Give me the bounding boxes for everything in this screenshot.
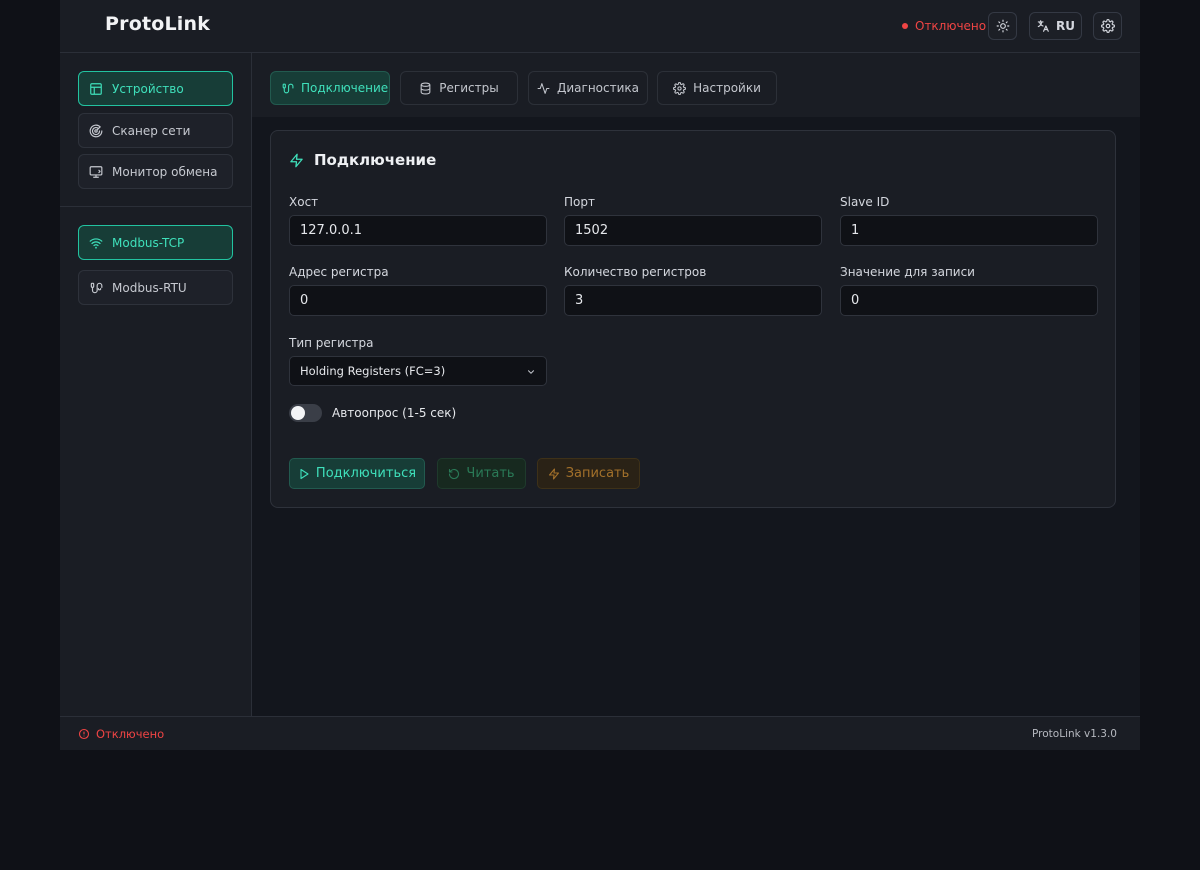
slave-id-input[interactable] (840, 215, 1098, 246)
play-icon (300, 468, 309, 479)
language-label: RU (1056, 19, 1075, 33)
refresh-icon (449, 468, 460, 479)
alert-circle-icon (78, 728, 90, 740)
tab-label: Диагностика (556, 81, 639, 95)
toggle-knob (291, 406, 305, 420)
read-button[interactable]: Читать (437, 458, 526, 489)
app-version: ProtoLink v1.3.0 (1032, 728, 1117, 740)
activity-icon (537, 82, 550, 94)
autopoll-row: Автоопрос (1-5 сек) (289, 404, 456, 422)
radar-icon (89, 124, 103, 137)
tab-settings[interactable]: Настройки (657, 71, 777, 105)
register-type-value: Holding Registers (FC=3) (300, 364, 446, 378)
sidebar-item-modbus-tcp[interactable]: Modbus-TCP (78, 225, 233, 260)
gear-icon (673, 81, 687, 95)
cable-icon (90, 282, 103, 293)
sidebar-divider (60, 206, 251, 207)
sidebar-item-label: Монитор обмена (112, 164, 218, 179)
connection-card: Подключение Хост Порт Slave ID Адрес рег… (270, 130, 1116, 508)
connect-button-label: Подключиться (315, 466, 417, 481)
slave-id-label: Slave ID (840, 195, 890, 209)
sidebar-item-label: Устройство (112, 81, 184, 96)
sidebar-item-label: Modbus-TCP (112, 235, 185, 250)
plug-icon (282, 83, 294, 93)
sidebar-item-label: Сканер сети (112, 123, 191, 138)
database-icon (420, 82, 431, 94)
write-value-input[interactable] (840, 285, 1098, 316)
write-button-label: Записать (565, 466, 630, 481)
tab-label: Подключение (301, 81, 389, 95)
sidebar-item-network-scanner[interactable]: Сканер сети (78, 113, 233, 148)
chevron-down-icon (527, 370, 535, 374)
card-title: Подключение (289, 151, 436, 169)
panel-layout-icon (90, 82, 102, 95)
connection-status: Отключено (902, 18, 986, 34)
theme-toggle-button[interactable] (988, 12, 1017, 40)
port-label: Порт (564, 195, 595, 209)
register-address-input[interactable] (289, 285, 547, 316)
register-count-label: Количество регистров (564, 265, 707, 279)
autopoll-label: Автоопрос (1-5 сек) (332, 406, 457, 420)
wifi-icon (89, 237, 103, 249)
sidebar-item-modbus-rtu[interactable]: Modbus-RTU (78, 270, 233, 305)
settings-button[interactable] (1093, 12, 1122, 40)
port-input[interactable] (564, 215, 822, 246)
app-window: ProtoLink Отключено RU Устройство Сканер… (60, 0, 1140, 750)
autopoll-toggle[interactable] (289, 404, 322, 422)
translate-icon (1037, 20, 1049, 32)
lightning-icon (548, 467, 559, 480)
header: ProtoLink Отключено RU (60, 0, 1140, 53)
status-bar: Отключено ProtoLink v1.3.0 (60, 716, 1140, 750)
tab-bar: Подключение Регистры Диагностика Настрой… (252, 53, 1140, 117)
connection-status-label: Отключено (915, 19, 987, 33)
register-type-select[interactable]: Holding Registers (FC=3) (289, 356, 547, 386)
footer-status: Отключено (78, 727, 164, 741)
sun-icon (996, 19, 1009, 33)
sidebar: Устройство Сканер сети Монитор обмена Mo… (60, 53, 252, 716)
register-count-input[interactable] (564, 285, 822, 316)
sidebar-item-device[interactable]: Устройство (78, 71, 233, 106)
status-dot (902, 23, 908, 29)
monitor-icon (89, 165, 103, 178)
gear-icon (1100, 19, 1115, 33)
tab-diagnostics[interactable]: Диагностика (528, 71, 648, 105)
connect-button[interactable]: Подключиться (289, 458, 425, 489)
card-title-label: Подключение (314, 151, 437, 169)
language-button[interactable]: RU (1029, 12, 1082, 40)
sidebar-item-exchange-monitor[interactable]: Монитор обмена (78, 154, 233, 189)
tab-connection[interactable]: Подключение (270, 71, 390, 105)
register-address-label: Адрес регистра (289, 265, 389, 279)
host-label: Хост (289, 195, 319, 209)
footer-status-label: Отключено (96, 727, 165, 741)
write-value-label: Значение для записи (840, 265, 975, 279)
register-type-label: Тип регистра (289, 336, 374, 350)
app-logo: ProtoLink (105, 13, 211, 35)
tab-registers[interactable]: Регистры (400, 71, 518, 105)
sidebar-item-label: Modbus-RTU (112, 280, 187, 295)
read-button-label: Читать (466, 466, 515, 481)
tab-label: Настройки (693, 81, 761, 95)
tab-label: Регистры (439, 81, 499, 95)
lightning-icon (290, 153, 303, 167)
write-button[interactable]: Записать (537, 458, 640, 489)
host-input[interactable] (289, 215, 547, 246)
